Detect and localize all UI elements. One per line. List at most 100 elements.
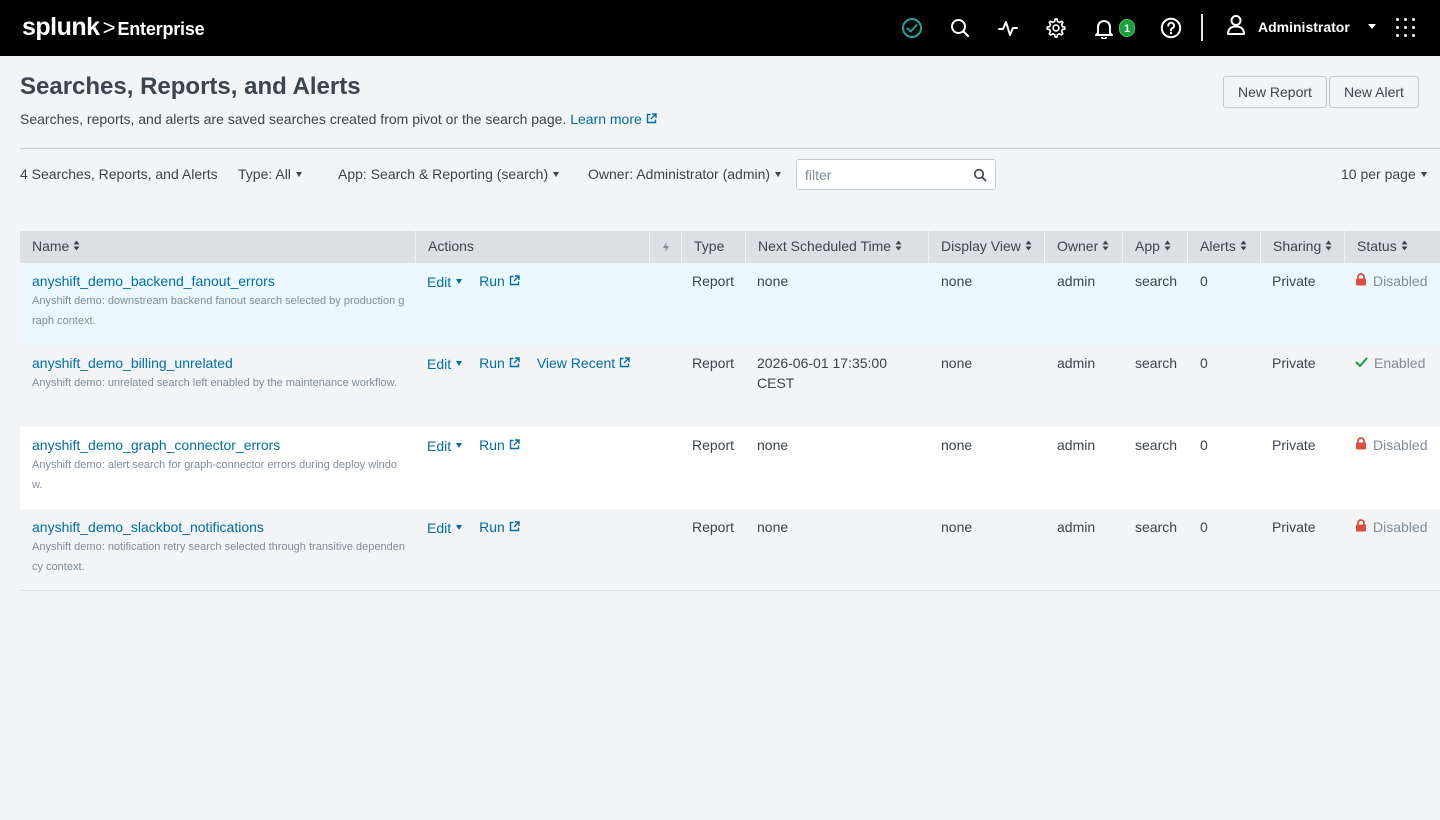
next-scheduled-cell: none	[757, 437, 789, 453]
edit-label: Edit	[427, 437, 452, 454]
table-row: anyshift_demo_graph_connector_errors Any…	[20, 427, 1440, 509]
learn-more-link[interactable]: Learn more	[570, 111, 657, 127]
run-link[interactable]: Run	[479, 435, 520, 456]
owner-filter-dropdown[interactable]: Owner: Administrator (admin)	[588, 166, 782, 182]
column-header-display-view[interactable]: Display View	[928, 231, 1044, 263]
page-title: Searches, Reports, and Alerts	[20, 73, 361, 100]
external-link-icon	[646, 111, 657, 127]
filter-search-box	[796, 159, 996, 190]
column-label: Owner	[1057, 238, 1099, 254]
sort-icon	[895, 231, 902, 262]
table-row: anyshift_demo_slackbot_notifications Any…	[20, 509, 1440, 591]
app-cell: search	[1135, 437, 1178, 453]
edit-dropdown[interactable]: Edit	[427, 518, 463, 538]
table-row: anyshift_demo_backend_fanout_errors Anys…	[20, 263, 1440, 345]
header-divider	[20, 148, 1440, 149]
column-header-owner[interactable]: Owner	[1044, 231, 1122, 263]
caret-down-icon	[456, 443, 463, 449]
search-icon[interactable]	[973, 168, 987, 185]
run-link[interactable]: Run	[479, 271, 520, 292]
search-icon[interactable]	[948, 16, 972, 40]
run-link[interactable]: Run	[479, 517, 520, 538]
run-label: Run	[479, 437, 505, 453]
display-view-cell: none	[941, 519, 973, 535]
column-label: Status	[1357, 238, 1397, 254]
edit-dropdown[interactable]: Edit	[427, 436, 463, 456]
bell-icon[interactable]	[1092, 16, 1116, 40]
type-filter-dropdown[interactable]: Type: All	[238, 166, 302, 182]
edit-label: Edit	[427, 519, 452, 536]
splunk-logo[interactable]: splunk > Enterprise	[22, 13, 205, 42]
caret-down-icon	[295, 171, 302, 177]
view-recent-link[interactable]: View Recent	[537, 353, 630, 374]
saved-search-name-link[interactable]: anyshift_demo_slackbot_notifications	[32, 517, 264, 537]
user-menu[interactable]: Administrator	[1226, 14, 1376, 39]
check-icon	[1355, 353, 1368, 373]
logo-separator: >	[102, 15, 116, 40]
alerts-cell: 0	[1200, 355, 1208, 371]
app-cell: search	[1135, 519, 1178, 535]
edit-dropdown[interactable]: Edit	[427, 272, 463, 292]
sort-icon	[1240, 231, 1247, 262]
status-label: Enabled	[1374, 355, 1426, 371]
column-header-next-scheduled[interactable]: Next Scheduled Time	[745, 231, 928, 263]
column-header-name[interactable]: Name	[20, 231, 415, 263]
saved-search-description: Anyshift demo: alert search for graph-co…	[32, 459, 398, 491]
app-filter-dropdown[interactable]: App: Search & Reporting (search)	[338, 166, 560, 182]
sort-icon	[1025, 231, 1032, 262]
status-cell: Disabled	[1355, 517, 1427, 537]
saved-search-name-link[interactable]: anyshift_demo_backend_fanout_errors	[32, 271, 275, 291]
display-view-cell: none	[941, 355, 973, 371]
lock-icon	[1355, 271, 1367, 291]
external-link-icon	[509, 435, 520, 455]
caret-down-icon	[456, 279, 463, 285]
user-icon	[1226, 14, 1246, 39]
per-page-dropdown[interactable]: 10 per page	[1341, 166, 1427, 182]
saved-search-name-link[interactable]: anyshift_demo_billing_unrelated	[32, 353, 233, 373]
activity-icon[interactable]	[996, 16, 1020, 40]
column-header-type: Type	[681, 231, 745, 263]
column-header-app[interactable]: App	[1122, 231, 1187, 263]
run-label: Run	[479, 273, 505, 289]
new-report-button[interactable]: New Report	[1223, 76, 1327, 108]
type-cell: Report	[692, 273, 735, 289]
view-recent-label: View Recent	[536, 355, 616, 371]
sort-icon	[1102, 231, 1109, 262]
table-header: Name Actions Type Next Scheduled Time Di…	[20, 231, 1440, 263]
column-header-status[interactable]: Status	[1344, 231, 1440, 263]
results-count: 4 Searches, Reports, and Alerts	[20, 166, 218, 182]
sort-icon	[1325, 231, 1332, 262]
owner-cell: admin	[1057, 519, 1096, 535]
edit-dropdown[interactable]: Edit	[427, 354, 463, 374]
column-label: Alerts	[1200, 238, 1236, 254]
topbar-divider	[1201, 14, 1203, 41]
chevron-down-icon	[1367, 24, 1376, 29]
external-link-icon	[619, 353, 630, 373]
run-link[interactable]: Run	[479, 353, 520, 374]
external-link-icon	[509, 353, 520, 373]
saved-search-name-link[interactable]: anyshift_demo_graph_connector_errors	[32, 435, 280, 455]
saved-search-description: Anyshift demo: notification retry search…	[32, 541, 405, 573]
type-cell: Report	[692, 355, 735, 371]
row-actions: Edit Run	[427, 271, 520, 292]
sort-icon	[1164, 231, 1171, 262]
column-header-sharing[interactable]: Sharing	[1260, 231, 1344, 263]
alerts-cell: 0	[1200, 519, 1208, 535]
owner-cell: admin	[1057, 273, 1096, 289]
health-status-icon[interactable]	[900, 16, 924, 40]
gear-icon[interactable]	[1044, 16, 1068, 40]
sharing-cell: Private	[1272, 519, 1316, 535]
new-alert-button[interactable]: New Alert	[1329, 76, 1419, 108]
lightning-icon	[662, 238, 670, 254]
saved-searches-table: Name Actions Type Next Scheduled Time Di…	[20, 231, 1440, 591]
column-header-alerts[interactable]: Alerts	[1187, 231, 1260, 263]
app-cell: search	[1135, 273, 1178, 289]
sharing-cell: Private	[1272, 273, 1316, 289]
top-navigation-bar: splunk > Enterprise 1 Administrator	[0, 0, 1440, 56]
user-name: Administrator	[1258, 18, 1350, 35]
filter-input[interactable]	[797, 160, 962, 189]
per-page-label: 10 per page	[1341, 166, 1416, 182]
apps-grid-icon[interactable]	[1396, 18, 1416, 38]
caret-down-icon	[456, 361, 463, 367]
help-icon[interactable]	[1159, 16, 1183, 40]
